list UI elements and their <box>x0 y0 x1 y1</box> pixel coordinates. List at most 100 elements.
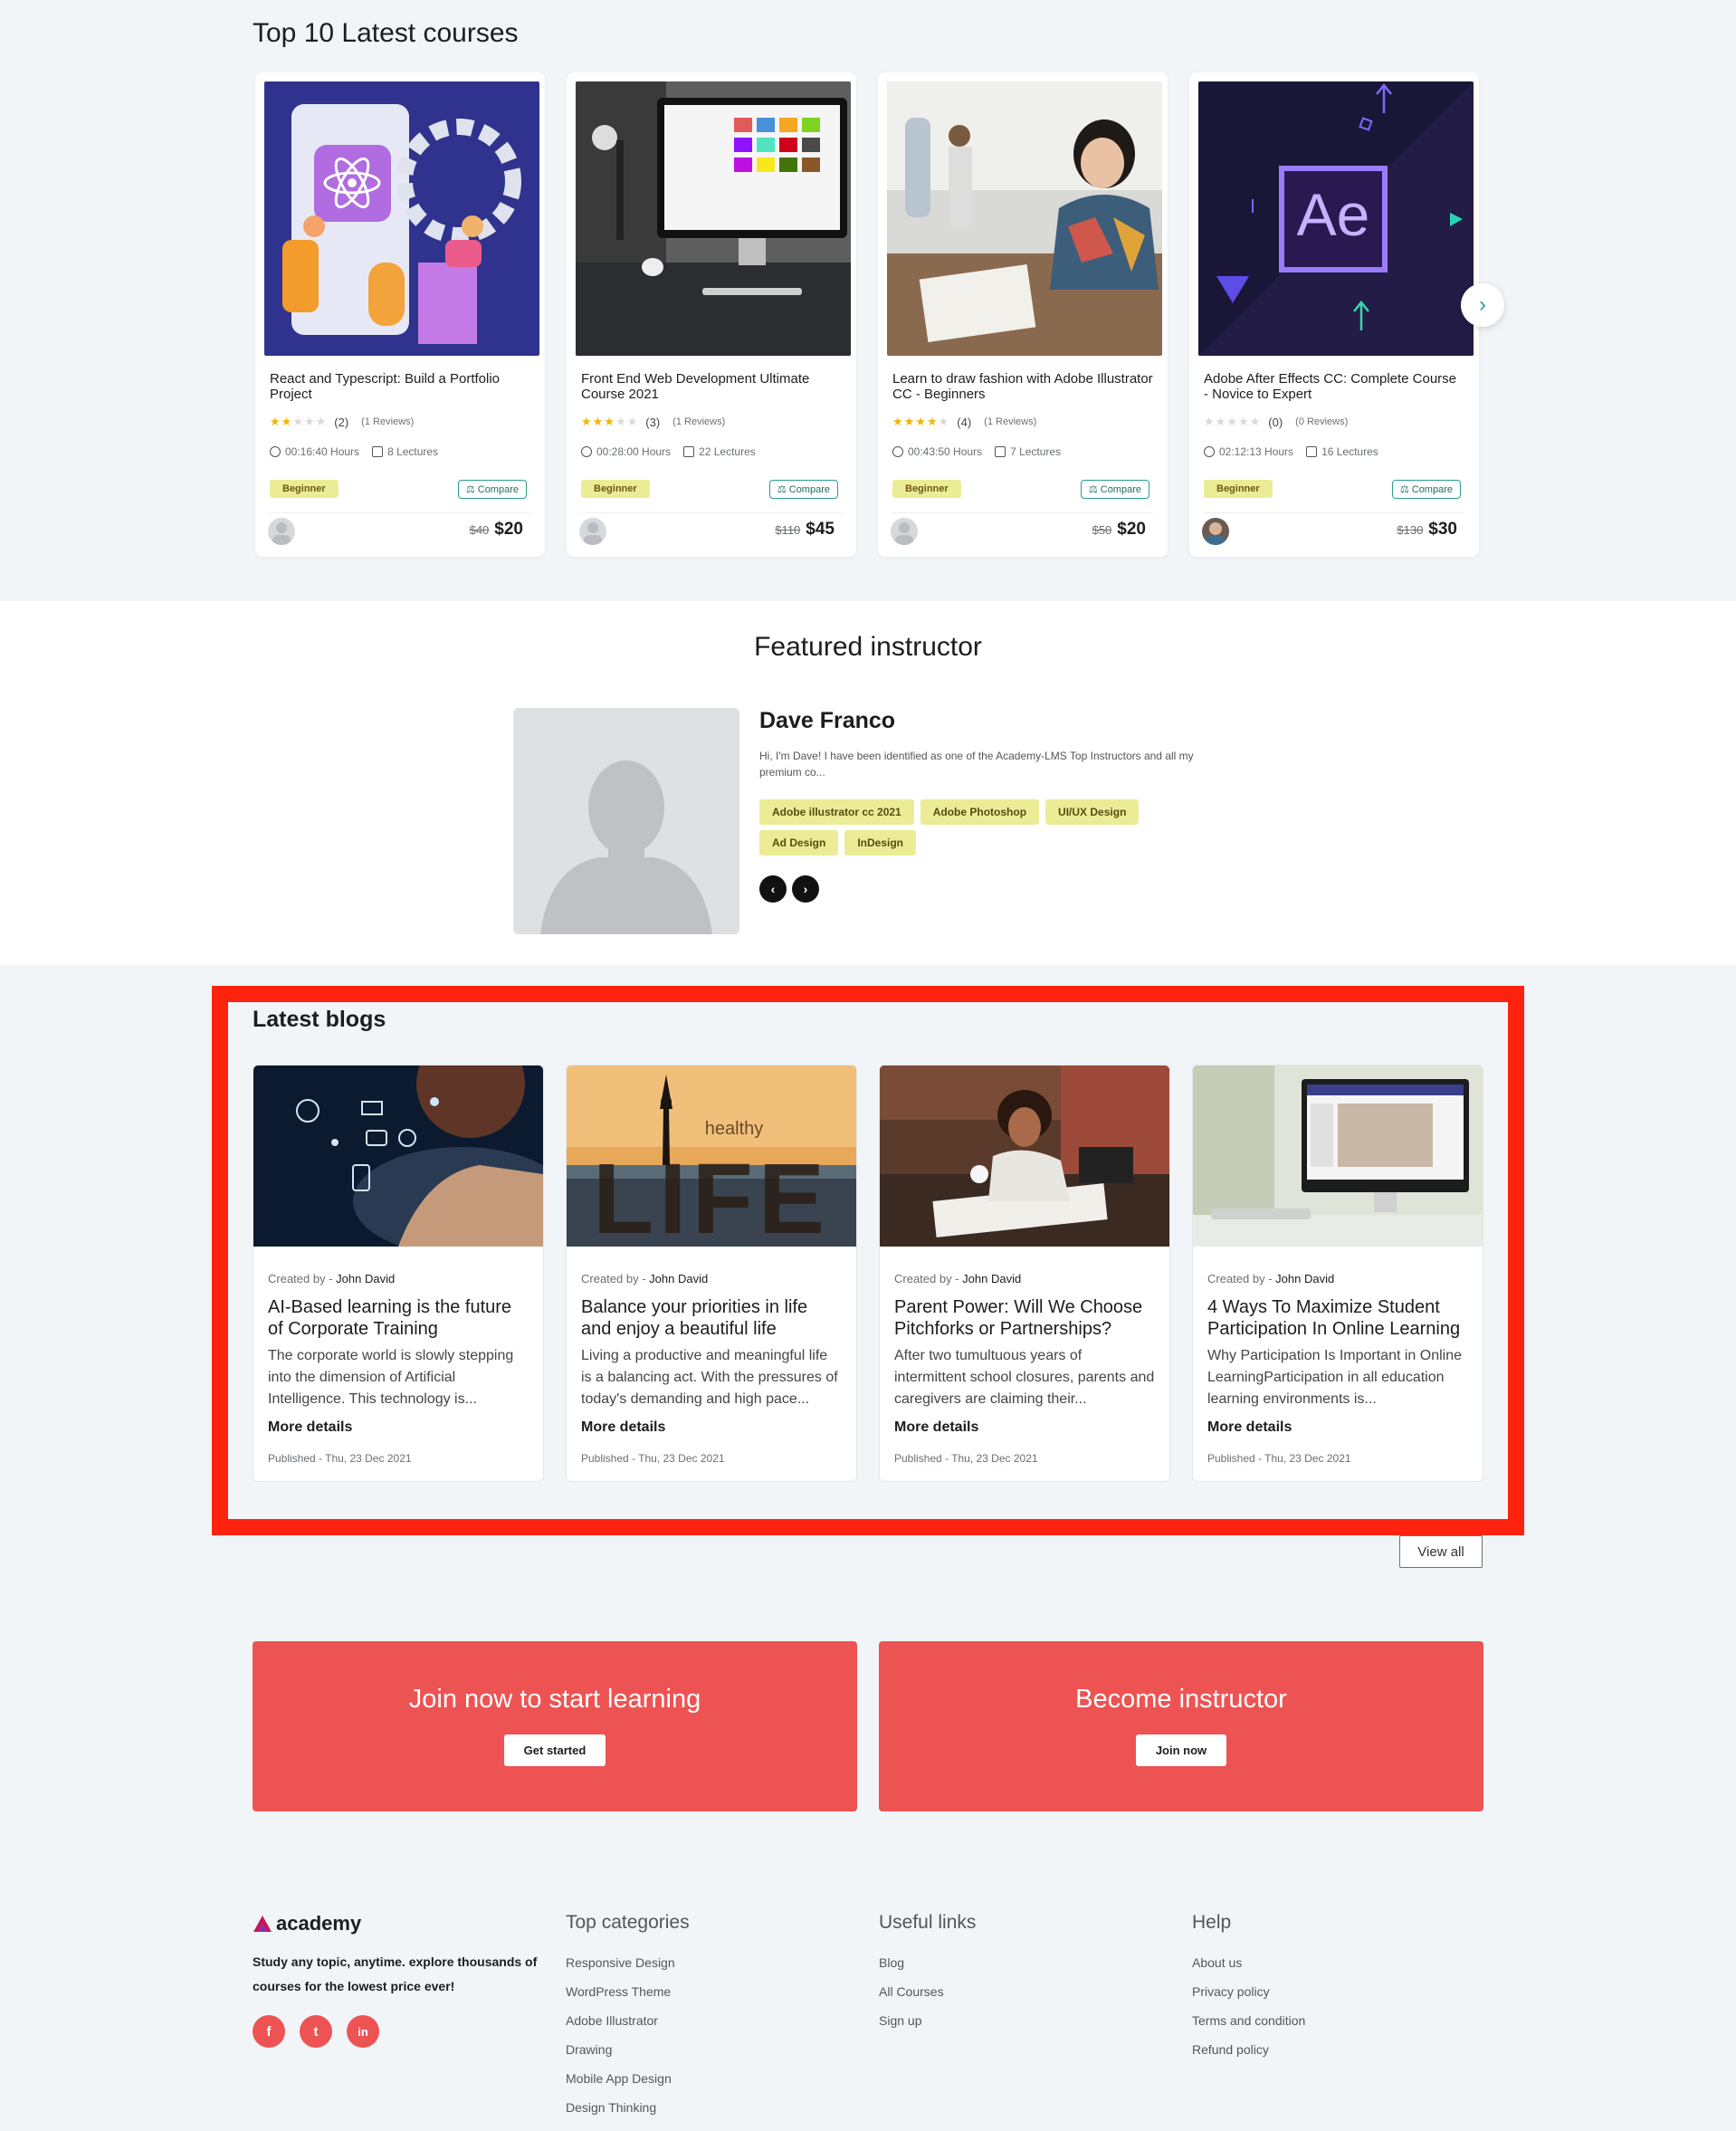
clock-icon <box>892 446 903 457</box>
blog-card[interactable]: LIFE healthy Created by - John David Bal… <box>566 1065 857 1482</box>
divider <box>892 512 1153 513</box>
more-details-link[interactable]: More details <box>268 1419 529 1436</box>
course-title[interactable]: Learn to draw fashion with Adobe Illustr… <box>892 371 1153 402</box>
blog-image[interactable] <box>253 1066 543 1247</box>
compare-button[interactable]: ⚖ Compare <box>768 480 838 499</box>
created-by-label: Created by - <box>268 1272 337 1285</box>
twitter-icon[interactable]: t <box>300 2015 332 2048</box>
course-title[interactable]: React and Typescript: Build a Portfolio … <box>270 371 530 402</box>
blog-image[interactable] <box>880 1066 1169 1247</box>
course-thumbnail[interactable] <box>576 81 851 356</box>
footer-link[interactable]: WordPress Theme <box>566 1977 690 2006</box>
blog-published-date: Published - Thu, 23 Dec 2021 <box>894 1452 1038 1465</box>
blog-excerpt: After two tumultuous years of intermitte… <box>894 1348 1155 1407</box>
linkedin-icon[interactable]: in <box>347 2015 379 2048</box>
blog-published-date: Published - Thu, 23 Dec 2021 <box>1207 1452 1351 1465</box>
course-title[interactable]: Front End Web Development Ultimate Cours… <box>581 371 842 402</box>
footer-tagline: Study any topic, anytime. explore thousa… <box>253 1954 538 1993</box>
image-text-big: LIFE <box>593 1143 830 1247</box>
current-price: $20 <box>1117 520 1146 539</box>
level-badge: Beginner <box>1204 480 1273 498</box>
course-card[interactable]: Front End Web Development Ultimate Cours… <box>567 72 856 557</box>
footer-link[interactable]: Sign up <box>879 2006 976 2035</box>
footer-link[interactable]: All Courses <box>879 1977 976 2006</box>
instructor-name[interactable]: Dave Franco <box>759 708 895 734</box>
footer-link[interactable]: About us <box>1192 1948 1305 1977</box>
course-duration: 00:28:00 Hours <box>596 445 672 458</box>
footer-link[interactable]: Refund policy <box>1192 2035 1305 2064</box>
blog-card[interactable]: Created by - John David 4 Ways To Maximi… <box>1192 1065 1483 1482</box>
instructor-heading: Featured instructor <box>754 632 982 662</box>
current-price: $45 <box>806 520 835 539</box>
join-now-button[interactable]: Join now <box>1135 1734 1227 1766</box>
compare-button[interactable]: ⚖ Compare <box>1391 480 1461 499</box>
footer-link[interactable]: Mobile App Design <box>566 2064 690 2093</box>
courses-section: Top 10 Latest courses React and Typescri… <box>0 0 1736 601</box>
course-card[interactable]: Learn to draw fashion with Adobe Illustr… <box>878 72 1168 557</box>
blog-image[interactable] <box>1193 1066 1483 1247</box>
more-details-link[interactable]: More details <box>894 1419 1155 1436</box>
instructor-avatar[interactable] <box>891 518 918 545</box>
prev-instructor-button[interactable]: ‹ <box>759 875 787 903</box>
course-duration: 00:43:50 Hours <box>908 445 983 458</box>
footer-link[interactable]: Terms and condition <box>1192 2006 1305 2035</box>
footer-top-categories: Top categories Responsive Design WordPre… <box>566 1912 690 2122</box>
author-name[interactable]: John David <box>962 1272 1021 1285</box>
course-thumbnail[interactable] <box>264 81 539 356</box>
level-badge: Beginner <box>892 480 961 498</box>
instructor-avatar[interactable] <box>1202 518 1229 545</box>
footer-link[interactable]: Blog <box>879 1948 976 1977</box>
footer-link[interactable]: Drawing <box>566 2035 690 2064</box>
academy-logo-icon <box>253 1916 272 1932</box>
course-thumbnail[interactable]: Ae <box>1198 81 1474 356</box>
old-price: $110 <box>775 523 801 537</box>
old-price: $130 <box>1397 523 1424 537</box>
carousel-next-button[interactable]: › <box>1461 283 1504 327</box>
rating-count: (4) <box>957 415 972 429</box>
more-details-link[interactable]: More details <box>1207 1419 1468 1436</box>
author-name[interactable]: John David <box>649 1272 708 1285</box>
compare-label: Compare <box>1100 484 1141 495</box>
blog-title[interactable]: Balance your priorities in life and enjo… <box>581 1296 842 1340</box>
course-card[interactable]: React and Typescript: Build a Portfolio … <box>255 72 545 557</box>
created-by-label: Created by - <box>1207 1272 1276 1285</box>
social-links: f t in <box>253 2015 379 2048</box>
blog-title[interactable]: AI-Based learning is the future of Corpo… <box>268 1296 529 1340</box>
compare-button[interactable]: ⚖ Compare <box>457 480 527 499</box>
instructor-photo[interactable] <box>513 708 739 934</box>
course-meta: 00:16:40 Hours 8 Lectures <box>270 445 438 458</box>
course-card[interactable]: Ae Adobe After Effects CC: Complete Cour… <box>1189 72 1479 557</box>
footer-column-heading: Help <box>1192 1912 1232 1933</box>
blog-author: Created by - John David <box>1207 1272 1468 1285</box>
current-price: $30 <box>1428 520 1457 539</box>
blog-image[interactable]: LIFE healthy <box>567 1066 856 1247</box>
course-title[interactable]: Adobe After Effects CC: Complete Course … <box>1204 371 1464 402</box>
more-details-link[interactable]: More details <box>581 1419 842 1436</box>
author-name[interactable]: John David <box>336 1272 395 1285</box>
view-all-blogs-button[interactable]: View all <box>1399 1535 1483 1568</box>
course-meta: 00:28:00 Hours 22 Lectures <box>581 445 756 458</box>
blog-card[interactable]: Created by - John David Parent Power: Wi… <box>879 1065 1170 1482</box>
footer-link[interactable]: Adobe Illustrator <box>566 2006 690 2035</box>
instructor-avatar[interactable] <box>579 518 606 545</box>
course-rating: ★★★★★ (2) (1 Reviews) <box>270 415 414 429</box>
instructor-avatar[interactable] <box>268 518 295 545</box>
author-name[interactable]: John David <box>1275 1272 1334 1285</box>
compare-button[interactable]: ⚖ Compare <box>1080 480 1149 499</box>
blog-excerpt: The corporate world is slowly stepping i… <box>268 1348 514 1407</box>
academy-logo[interactable]: academy <box>253 1912 361 1935</box>
footer-link[interactable]: Privacy policy <box>1192 1977 1305 2006</box>
footer-link[interactable]: Responsive Design <box>566 1948 690 1977</box>
footer-useful-links: Useful links Blog All Courses Sign up <box>879 1912 976 2035</box>
blog-card[interactable]: Created by - John David AI-Based learnin… <box>253 1065 544 1482</box>
skill-tag: Adobe Photoshop <box>920 799 1040 825</box>
next-instructor-button[interactable]: › <box>792 875 819 903</box>
facebook-icon[interactable]: f <box>253 2015 285 2048</box>
course-lectures: 22 Lectures <box>699 445 756 458</box>
get-started-button[interactable]: Get started <box>503 1734 606 1766</box>
lectures-icon <box>1306 446 1318 457</box>
footer-link[interactable]: Design Thinking <box>566 2093 690 2122</box>
blog-title[interactable]: Parent Power: Will We Choose Pitchforks … <box>894 1296 1155 1340</box>
blog-title[interactable]: 4 Ways To Maximize Student Participation… <box>1207 1296 1468 1340</box>
course-thumbnail[interactable] <box>887 81 1162 356</box>
